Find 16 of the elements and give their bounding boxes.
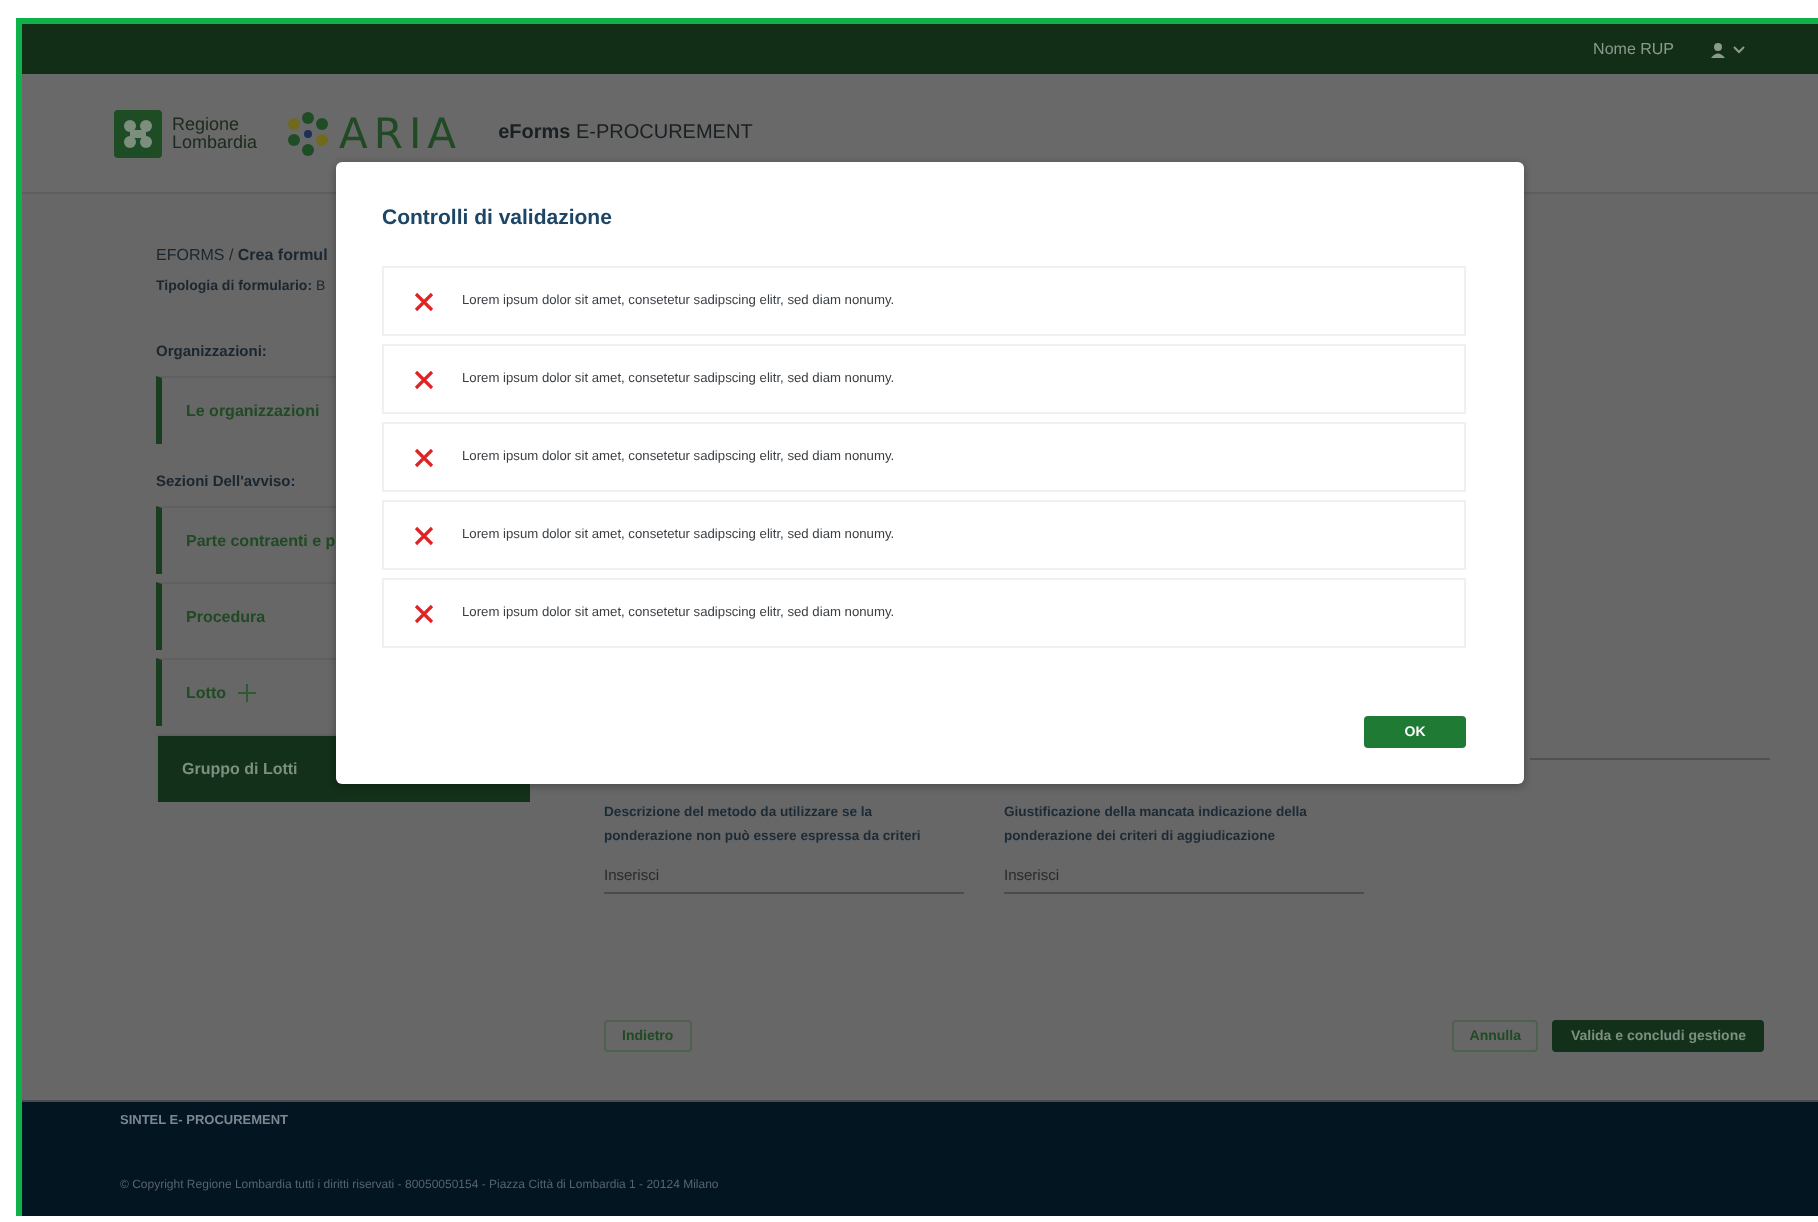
error-cross-icon (414, 447, 434, 467)
error-cross-icon (414, 369, 434, 389)
app-title: eForms E-PROCUREMENT (498, 122, 753, 144)
chevron-down-icon (1732, 44, 1746, 54)
region-name: Regione Lombardia (172, 115, 258, 151)
user-icon (1710, 41, 1726, 57)
region-logo-icon (114, 109, 162, 157)
error-cross-icon (414, 525, 434, 545)
dots-logo-icon (285, 111, 330, 155)
error-cross-icon (414, 291, 434, 311)
agency-logo-text: ARIA (339, 109, 463, 157)
dialog-title: Controlli di validazione (382, 206, 614, 230)
user-name[interactable]: Nome RUP (1593, 40, 1674, 58)
user-menu[interactable] (1710, 41, 1746, 57)
breadcrumb: EFORMS / Crea formul (156, 246, 330, 264)
error-cross-icon (414, 603, 434, 623)
